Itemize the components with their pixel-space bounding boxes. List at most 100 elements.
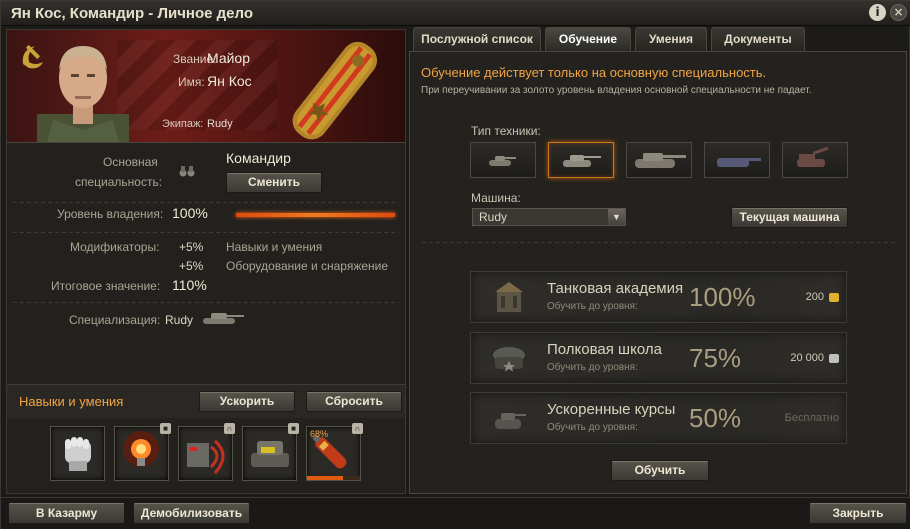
- vehicle-type-medium[interactable]: [548, 142, 614, 178]
- skill-slot[interactable]: [50, 426, 105, 481]
- mastery-label: Уровень владения:: [57, 207, 164, 221]
- title-bar: Ян Кос, Командир - Личное дело i ×: [1, 1, 910, 26]
- training-panel: Обучение действует только на основную сп…: [409, 51, 907, 494]
- modifier-value: +5%: [179, 240, 204, 254]
- tab-training[interactable]: Обучение: [545, 27, 631, 51]
- course-price: 200: [805, 291, 824, 303]
- mastery-bar: [236, 213, 395, 217]
- spg-icon: [797, 146, 829, 167]
- skill-slot[interactable]: ■: [242, 423, 299, 481]
- course-name: Ускоренные курсы: [547, 401, 676, 418]
- vehicle-type-label: Тип техники:: [471, 124, 541, 138]
- specialization-value: Rudy: [165, 313, 194, 327]
- portrait-banner: Звание: Майор Имя: Ян Кос Экипаж: Rudy: [7, 30, 405, 143]
- skill-slot[interactable]: ■: [114, 423, 171, 481]
- vehicle-select[interactable]: Rudy ▼: [472, 208, 626, 226]
- skill-progress-text: 68%: [310, 429, 329, 439]
- main-specialty-value: Командир: [226, 150, 291, 166]
- vehicle-type-td[interactable]: [704, 142, 770, 178]
- course-accelerated[interactable]: Ускоренные курсы Обучить до уровня: 50% …: [470, 392, 847, 444]
- course-subtitle: Обучить до уровня:: [547, 422, 638, 433]
- barracks-button[interactable]: В Казарму: [8, 502, 125, 524]
- training-note: Обучение действует только на основную сп…: [421, 65, 767, 80]
- train-button[interactable]: Обучить: [611, 460, 709, 481]
- window-title: Ян Кос, Командир - Личное дело: [11, 5, 254, 22]
- academy-icon: [495, 282, 523, 312]
- heavy-tank-icon: [635, 153, 686, 168]
- mastery-value: 100%: [172, 205, 208, 221]
- vehicle-label: Машина:: [471, 191, 521, 205]
- footer-bar: В Казарму Демобилизовать Закрыть: [1, 497, 910, 529]
- tankman-info-panel: Звание: Майор Имя: Ян Кос Экипаж: Rudy О…: [6, 29, 406, 494]
- skill-progress-fill: [307, 476, 344, 480]
- course-percent: 75%: [689, 343, 742, 373]
- vehicle-type-light[interactable]: [470, 142, 536, 178]
- tab-skills[interactable]: Умения: [635, 27, 707, 51]
- medium-tank-icon: [563, 155, 601, 167]
- chevron-down-icon[interactable]: ▼: [608, 209, 625, 225]
- demobilize-button[interactable]: Демобилизовать: [133, 502, 250, 524]
- course-regimental-school[interactable]: Полковая школа Обучить до уровня: 75% 20…: [470, 332, 847, 384]
- skills-header: Навыки и умения Ускорить Сбросить: [7, 384, 405, 418]
- modifiers-label: Модификаторы:: [70, 240, 160, 254]
- medium-tank-icon: [203, 313, 244, 324]
- radio-icon: [187, 439, 225, 474]
- lightbulb-icon: [123, 431, 159, 467]
- tab-documents[interactable]: Документы: [711, 27, 805, 51]
- tab-service-record[interactable]: Послужной список: [413, 27, 541, 51]
- modifier-text: Оборудование и снаряжение: [226, 259, 389, 273]
- divider: [13, 302, 399, 303]
- epaulet-icon: [292, 41, 377, 140]
- main-specialty-label-2: специальность:: [75, 175, 163, 189]
- modifier-value: +5%: [179, 259, 204, 273]
- specialization-label: Специализация:: [69, 313, 161, 327]
- credits-icon: [829, 354, 839, 363]
- vehicle-type-heavy[interactable]: [626, 142, 692, 178]
- td-icon: [717, 158, 761, 167]
- courses-tank-icon: [495, 413, 526, 429]
- tank-repair-icon: [251, 441, 289, 467]
- main-specialty-label-1: Основная: [103, 155, 158, 169]
- course-percent: 50%: [689, 403, 742, 433]
- accelerate-button[interactable]: Ускорить: [199, 391, 295, 412]
- course-name: Танковая академия: [547, 280, 684, 297]
- mastery-bar-fill: [236, 213, 395, 217]
- current-vehicle-button[interactable]: Текущая машина: [731, 207, 848, 228]
- name-label: Имя:: [178, 75, 205, 89]
- divider: [13, 232, 399, 233]
- light-tank-icon: [489, 156, 516, 166]
- divider: [13, 202, 399, 203]
- skill-slot[interactable]: ∩: [178, 423, 235, 481]
- course-subtitle: Обучить до уровня:: [547, 301, 638, 312]
- close-button[interactable]: Закрыть: [809, 502, 907, 524]
- binoculars-icon: [179, 163, 195, 182]
- course-price: 20 000: [790, 352, 824, 364]
- course-tank-academy[interactable]: Танковая академия Обучить до уровня: 100…: [470, 271, 847, 323]
- vehicle-type-spg[interactable]: [782, 142, 848, 178]
- skill-progress-bar: [307, 476, 360, 480]
- fist-icon: [65, 437, 91, 471]
- course-price: Бесплатно: [784, 412, 839, 424]
- total-label: Итоговое значение:: [51, 279, 161, 293]
- rank-value: Майор: [207, 50, 250, 66]
- close-icon[interactable]: ×: [890, 4, 907, 21]
- divider: [422, 242, 896, 243]
- course-percent: 100%: [689, 282, 756, 312]
- skill-slot[interactable]: ∩ 68%: [306, 423, 363, 481]
- lock-icon: ■: [160, 423, 171, 434]
- vehicle-select-value: Rudy: [479, 210, 508, 224]
- crew-label: Экипаж:: [162, 118, 204, 130]
- name-value: Ян Кос: [207, 73, 252, 89]
- total-value: 110%: [172, 277, 207, 293]
- course-name: Полковая школа: [547, 341, 662, 358]
- training-subnote: При переучивании за золото уровень владе…: [421, 85, 812, 96]
- change-specialty-button[interactable]: Сменить: [226, 172, 322, 193]
- info-icon[interactable]: i: [869, 4, 886, 21]
- reset-button[interactable]: Сбросить: [306, 391, 402, 412]
- tankman-portrait-icon: [37, 46, 129, 142]
- modifier-text: Навыки и умения: [226, 240, 323, 254]
- gold-icon: [829, 293, 839, 302]
- headphones-icon: ∩: [352, 423, 363, 434]
- course-subtitle: Обучить до уровня:: [547, 362, 638, 373]
- skills-title: Навыки и умения: [19, 394, 124, 409]
